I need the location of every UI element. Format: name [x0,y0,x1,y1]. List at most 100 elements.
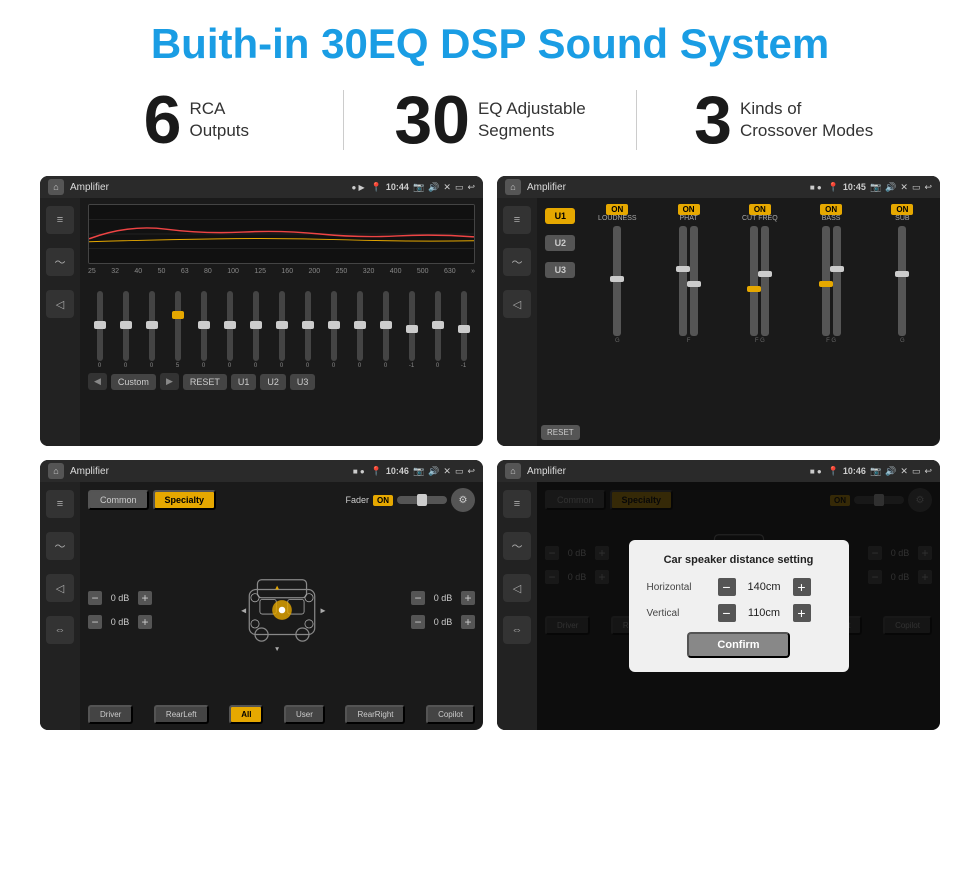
screenshots-grid: ⌂ Amplifier ● ▶ 📍 10:44 📷 🔊 ✕ ▭ ↩ ≡ 〜 ◁ [30,176,950,730]
speaker-icon-4[interactable]: ◁ [503,574,531,602]
fr-plus[interactable]: + [461,591,475,605]
eq-reset-btn[interactable]: RESET [183,374,227,390]
sub-col: ON SUB G [869,204,936,440]
vertical-plus[interactable]: + [793,604,811,622]
vertical-minus[interactable]: − [718,604,736,622]
all-btn[interactable]: All [229,705,263,724]
tab-specialty[interactable]: Specialty [153,490,217,510]
fader-slider[interactable] [397,496,447,504]
screen3-bottom: Driver RearLeft All User RearRight Copil… [88,705,475,724]
phat-on[interactable]: ON [678,204,700,215]
location-icon-3: 📍 [371,466,382,477]
car-area: − 0 dB + − 0 dB + [88,520,475,699]
eq-icon[interactable]: ≡ [46,206,74,234]
back-icon-2: ↩ [924,182,932,193]
screen3-dots: ■ ● [353,467,365,476]
rect-icon: ▭ [455,182,464,193]
eq-u3-btn[interactable]: U3 [290,374,316,390]
loudness-on[interactable]: ON [606,204,628,215]
horizontal-plus[interactable]: + [793,578,811,596]
screen4-side: ≡ 〜 ◁ ⇔ [497,482,537,730]
rearleft-btn[interactable]: RearLeft [154,705,209,724]
rr-val: 0 dB [429,617,457,627]
fader-on[interactable]: ON [373,495,393,506]
rl-plus[interactable]: + [138,615,152,629]
tab-common[interactable]: Common [88,490,149,510]
rect-icon-4: ▭ [912,466,921,477]
home-icon-3[interactable]: ⌂ [48,463,64,479]
eq-custom-btn[interactable]: Custom [111,374,156,390]
loudness-label: LOUDNESS [598,215,637,222]
x-icon-3: ✕ [443,466,451,477]
rr-plus[interactable]: + [461,615,475,629]
stat-eq-number: 30 [394,86,470,154]
vertical-label: Vertical [647,608,712,619]
cam-icon-4: 📷 [870,466,881,477]
screen3-main: Common Specialty Fader ON ⚙ [80,482,483,730]
arrows-icon-3[interactable]: ⇔ [46,616,74,644]
eq-u1-btn[interactable]: U1 [231,374,257,390]
speaker-icon[interactable]: ◁ [46,290,74,318]
cam-icon-2: 📷 [870,182,881,193]
dialog-row-horizontal: Horizontal − 140cm + [647,578,831,596]
x-icon: ✕ [443,182,451,193]
location-icon-4: 📍 [828,466,839,477]
vol-icon-4: 🔊 [885,466,896,477]
x-icon-2: ✕ [900,182,908,193]
dialog-box: Car speaker distance setting Horizontal … [629,540,849,672]
back-icon: ↩ [467,182,475,193]
home-icon-2[interactable]: ⌂ [505,179,521,195]
bass-col: ON BASS F G [797,204,864,440]
confirm-button[interactable]: Confirm [687,632,789,658]
home-icon-4[interactable]: ⌂ [505,463,521,479]
eq-freq-labels: 25 32 40 50 63 80 100 125 160 200 250 32… [88,268,475,275]
eq-icon-4[interactable]: ≡ [503,490,531,518]
stats-row: 6 RCA Outputs 30 EQ Adjustable Segments … [30,86,950,154]
arrows-icon-4[interactable]: ⇔ [503,616,531,644]
horizontal-minus[interactable]: − [718,578,736,596]
screen2-title: Amplifier [527,182,804,193]
stat-divider-1 [343,90,344,150]
svg-text:▲: ▲ [273,584,279,591]
rearright-btn[interactable]: RearRight [345,705,405,724]
rl-minus[interactable]: − [88,615,102,629]
back-icon-3: ↩ [467,466,475,477]
fl-plus[interactable]: + [138,591,152,605]
vertical-val: 110cm [742,607,787,619]
svg-text:▼: ▼ [273,645,279,652]
eq-icon-2[interactable]: ≡ [503,206,531,234]
driver-btn[interactable]: Driver [88,705,133,724]
user-btn[interactable]: User [284,705,325,724]
sub-on[interactable]: ON [891,204,913,215]
settings-icon[interactable]: ⚙ [451,488,475,512]
dialog-title: Car speaker distance setting [647,554,831,566]
wave-icon-2[interactable]: 〜 [503,248,531,276]
horizontal-label: Horizontal [647,582,712,593]
screen3-side: ≡ 〜 ◁ ⇔ [40,482,80,730]
eq-play-btn[interactable]: ▶ [160,373,179,390]
eq-icon-3[interactable]: ≡ [46,490,74,518]
eq-prev-btn[interactable]: ◀ [88,373,107,390]
bass-on[interactable]: ON [820,204,842,215]
cutfreq-on[interactable]: ON [749,204,771,215]
wave-icon-4[interactable]: 〜 [503,532,531,560]
fl-minus[interactable]: − [88,591,102,605]
speaker-icon-3[interactable]: ◁ [46,574,74,602]
screen2-status-icons: 📍 10:45 📷 🔊 ✕ ▭ ↩ [828,182,932,193]
confirm-row: Confirm [647,632,831,658]
screen4-title: Amplifier [527,466,804,477]
speaker-icon-2[interactable]: ◁ [503,290,531,318]
copilot-btn[interactable]: Copilot [426,705,475,724]
home-icon[interactable]: ⌂ [48,179,64,195]
u3-button[interactable]: U3 [545,262,575,278]
eq-u2-btn[interactable]: U2 [260,374,286,390]
screen2-statusbar: ⌂ Amplifier ■ ● 📍 10:45 📷 🔊 ✕ ▭ ↩ [497,176,940,198]
rr-minus[interactable]: − [411,615,425,629]
fr-minus[interactable]: − [411,591,425,605]
u1-button[interactable]: U1 [545,208,575,224]
wave-icon[interactable]: 〜 [46,248,74,276]
reset-btn[interactable]: RESET [541,425,580,440]
x-icon-4: ✕ [900,466,908,477]
wave-icon-3[interactable]: 〜 [46,532,74,560]
u2-button[interactable]: U2 [545,235,575,251]
